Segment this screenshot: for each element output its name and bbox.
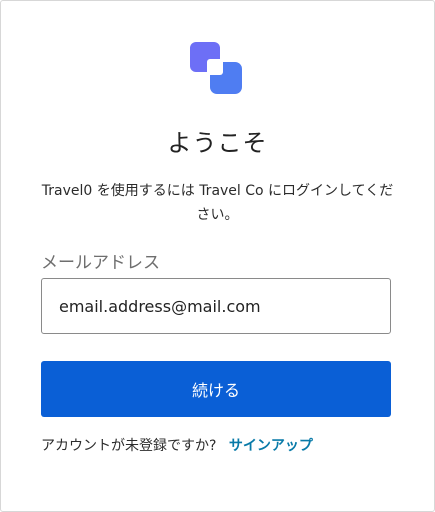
signup-prompt: アカウントが未登録ですか? サインアップ <box>41 435 313 455</box>
brand-logo-icon <box>189 41 243 95</box>
login-instructions: Travel0 を使用するには Travel Co にログインしてください。 <box>41 183 394 223</box>
page-title: ようこそ <box>167 129 268 157</box>
email-field-label: メールアドレス <box>41 253 160 273</box>
no-account-text: アカウントが未登録ですか? <box>41 438 217 454</box>
login-card: ようこそ Travel0 を使用するには Travel Co にログインしてくだ… <box>0 0 435 512</box>
signup-link[interactable]: サインアップ <box>229 438 313 454</box>
email-field[interactable] <box>41 278 391 334</box>
continue-button[interactable]: 続ける <box>41 361 391 417</box>
